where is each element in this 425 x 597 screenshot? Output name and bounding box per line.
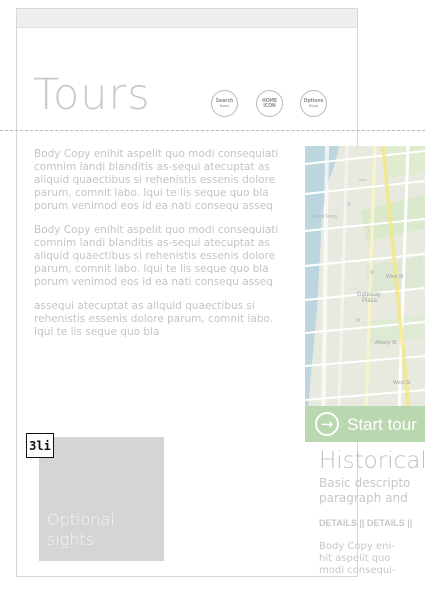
optional-label-line-2: sights xyxy=(47,530,95,549)
historical-body-copy: Body Copy eni- hit aspelit quo modi cons… xyxy=(319,541,409,577)
start-tour-label: Start tour xyxy=(347,414,417,434)
top-bar xyxy=(17,9,357,28)
historical-body-line-3: modi consequi- xyxy=(319,565,396,576)
historical-panel: Historical Basic descripto paragraph and… xyxy=(319,449,425,577)
optional-sights-card[interactable]: Optional sights xyxy=(39,437,164,561)
options-board-button[interactable]: Options Board xyxy=(300,90,327,117)
options-board-sub: Board xyxy=(308,103,319,108)
body-paragraph-3: assequi atecuptat as aliquid quaectibus … xyxy=(34,300,274,338)
options-board-label: Options xyxy=(303,97,324,104)
search-board-sub: Board xyxy=(219,103,230,108)
svg-text:West St: West St xyxy=(386,274,404,280)
page-title: Tours xyxy=(33,70,151,120)
historical-heading: Historical xyxy=(319,448,425,474)
home-icon-button[interactable]: HOME ICON xyxy=(256,90,283,117)
details-separator-2: || xyxy=(407,518,413,528)
body-paragraph-1: Body Copy enihit aspelit quo modi conseq… xyxy=(34,148,279,212)
details-link-1[interactable]: DETAILS xyxy=(319,518,357,528)
search-board-button[interactable]: Search Board xyxy=(211,90,238,117)
details-separator-1: || xyxy=(359,518,365,528)
svg-text:West St: West St xyxy=(393,380,411,386)
body-paragraph-2: Body Copy enihit aspelit quo modi conseq… xyxy=(34,224,279,288)
arrow-right-icon: → xyxy=(315,412,339,436)
map-card[interactable]: Island Ferry Gateway Plaza West St Alban… xyxy=(305,146,425,442)
historical-body-line-1: Body Copy eni- xyxy=(319,541,395,552)
svg-text:Plaza: Plaza xyxy=(362,298,378,304)
historical-description: Basic descripto paragraph and xyxy=(319,476,425,506)
details-links: DETAILS || DETAILS || xyxy=(319,518,425,528)
search-board-label: Search xyxy=(215,97,234,104)
guide-line xyxy=(0,130,425,131)
historical-desc-line-2: paragraph and xyxy=(319,491,408,505)
tag-badge: 3li xyxy=(26,433,54,458)
details-link-2[interactable]: DETAILS xyxy=(367,518,405,528)
map-icon: Island Ferry Gateway Plaza West St Alban… xyxy=(305,146,425,442)
start-tour-button[interactable]: → Start tour xyxy=(305,406,425,442)
svg-text:Albany St: Albany St xyxy=(375,340,397,346)
optional-sights-label: Optional sights xyxy=(47,510,115,550)
home-icon-label: HOME ICON xyxy=(261,97,278,109)
historical-desc-line-1: Basic descripto xyxy=(319,476,411,490)
body-copy-column: Body Copy enihit aspelit quo modi conseq… xyxy=(34,148,292,350)
optional-label-line-1: Optional xyxy=(47,510,115,529)
historical-body-line-2: hit aspelit quo xyxy=(319,553,391,564)
svg-text:Island Ferry: Island Ferry xyxy=(311,214,338,220)
